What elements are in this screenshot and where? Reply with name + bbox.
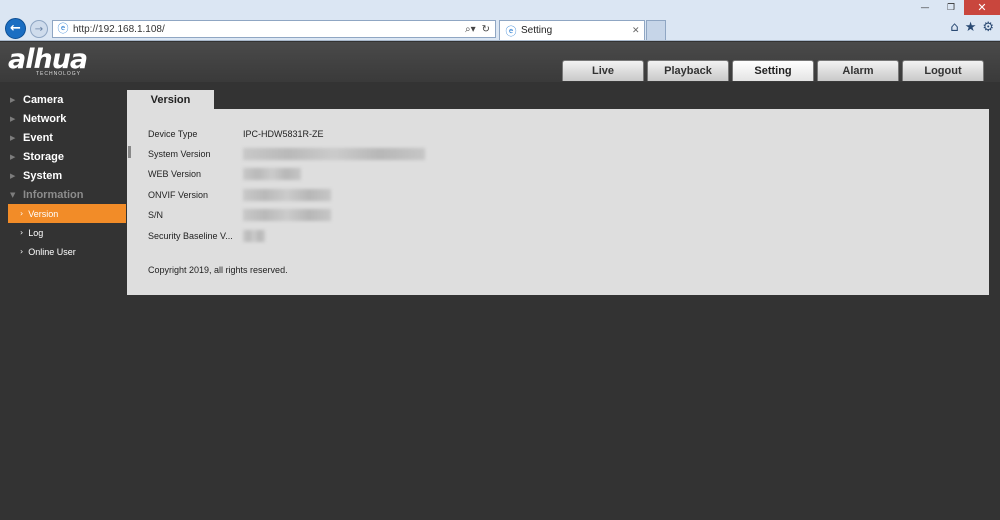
chevron-right-icon: › xyxy=(20,209,24,218)
redacted-value xyxy=(243,209,331,221)
redacted-value xyxy=(243,230,265,242)
triangle-right-icon: ▶ xyxy=(10,152,16,161)
sidebar-item-label: System xyxy=(23,169,63,182)
sidebar-item-information[interactable]: ▼ Information xyxy=(0,185,126,204)
home-icon[interactable]: ⌂ xyxy=(950,20,958,35)
tab-close-icon[interactable]: ✕ xyxy=(632,26,644,36)
copyright-text: Copyright 2019, all rights reserved. xyxy=(148,265,288,275)
browser-chrome: — ❐ ✕ ← → ⓔ http://192.168.1.108/ ⌕▾ ↻ ⓔ… xyxy=(0,0,1000,41)
panel-resize-handle[interactable] xyxy=(128,146,131,158)
sidebar-item-system[interactable]: ▶ System xyxy=(0,166,126,185)
sidebar-item-storage[interactable]: ▶ Storage xyxy=(0,147,126,166)
info-row-system-version: System Version xyxy=(148,147,425,161)
browser-tab[interactable]: ⓔ Setting ✕ xyxy=(499,20,645,40)
forward-arrow-icon[interactable]: → xyxy=(30,20,48,38)
sidebar-item-label: Network xyxy=(23,112,67,125)
info-row-security-baseline: Security Baseline V... xyxy=(148,229,265,243)
triangle-right-icon: ▶ xyxy=(10,95,16,104)
info-label: WEB Version xyxy=(148,169,202,179)
sidebar-subitem-label: Log xyxy=(28,227,44,238)
back-arrow-icon[interactable]: ← xyxy=(5,18,26,39)
nav-tab-logout[interactable]: Logout xyxy=(902,60,984,81)
chevron-right-icon: › xyxy=(20,247,24,256)
app-header: alhua TECHNOLOGY Live Playback Setting A… xyxy=(0,42,1000,82)
info-label: S/N xyxy=(148,210,164,220)
sidebar-item-network[interactable]: ▶ Network xyxy=(0,109,126,128)
sidebar-item-event[interactable]: ▶ Event xyxy=(0,128,126,147)
tab-title: Setting xyxy=(521,25,553,36)
info-row-onvif-version: ONVIF Version xyxy=(148,188,331,202)
refresh-icon[interactable]: ↻ xyxy=(482,24,490,35)
sidebar-subitem-log[interactable]: › Log xyxy=(0,223,126,242)
triangle-right-icon: ▶ xyxy=(10,114,16,123)
minimize-icon[interactable]: — xyxy=(912,0,938,15)
info-value: IPC-HDW5831R-ZE xyxy=(243,129,324,139)
new-tab-button[interactable] xyxy=(646,20,666,40)
triangle-right-icon: ▶ xyxy=(10,133,16,142)
triangle-down-icon: ▼ xyxy=(10,190,16,199)
tab-version[interactable]: Version xyxy=(127,90,214,109)
nav-tab-setting[interactable]: Setting xyxy=(732,60,814,81)
sidebar-item-label: Information xyxy=(23,188,84,201)
info-row-serial-number: S/N xyxy=(148,208,331,222)
address-bar[interactable]: ⓔ http://192.168.1.108/ ⌕▾ ↻ xyxy=(52,20,496,38)
info-label: Device Type xyxy=(148,129,198,139)
main-nav: Live Playback Setting Alarm Logout xyxy=(562,60,984,81)
nav-tab-playback[interactable]: Playback xyxy=(647,60,729,81)
sidebar-item-label: Camera xyxy=(23,93,64,106)
ie-page-icon: ⓔ xyxy=(57,22,69,35)
info-label: System Version xyxy=(148,149,211,159)
browser-toolbar: ⌂ ★ ⚙ xyxy=(950,20,994,35)
sidebar-item-label: Event xyxy=(23,131,53,144)
brand-logo-subtitle: TECHNOLOGY xyxy=(36,71,82,77)
triangle-right-icon: ▶ xyxy=(10,171,16,180)
sidebar-item-label: Storage xyxy=(23,150,64,163)
nav-tab-alarm[interactable]: Alarm xyxy=(817,60,899,81)
redacted-value xyxy=(243,189,331,201)
gear-icon[interactable]: ⚙ xyxy=(982,20,994,35)
nav-tab-live[interactable]: Live xyxy=(562,60,644,81)
sidebar-subitem-label: Version xyxy=(28,208,59,219)
info-row-device-type: Device Type IPC-HDW5831R-ZE xyxy=(148,127,324,141)
restore-icon[interactable]: ❐ xyxy=(938,0,964,15)
sidebar-subitem-label: Online User xyxy=(28,246,76,257)
info-label: ONVIF Version xyxy=(148,190,209,200)
sidebar-subitem-online-user[interactable]: › Online User xyxy=(0,242,126,261)
redacted-value xyxy=(243,148,425,160)
close-icon[interactable]: ✕ xyxy=(964,0,1000,15)
search-icon[interactable]: ⌕▾ xyxy=(465,24,476,35)
version-panel: Device Type IPC-HDW5831R-ZE System Versi… xyxy=(127,109,989,295)
sidebar-item-camera[interactable]: ▶ Camera xyxy=(0,90,126,109)
sidebar: ▶ Camera ▶ Network ▶ Event ▶ Storage ▶ S… xyxy=(0,90,126,261)
ie-page-icon: ⓔ xyxy=(505,24,517,38)
info-row-web-version: WEB Version xyxy=(148,167,301,181)
window-controls: — ❐ ✕ xyxy=(912,0,1000,15)
redacted-value xyxy=(243,168,301,180)
star-icon[interactable]: ★ xyxy=(965,20,977,35)
sidebar-subitem-version[interactable]: › Version xyxy=(8,204,126,223)
chevron-right-icon: › xyxy=(20,228,24,237)
info-label: Security Baseline V... xyxy=(148,231,233,241)
url-text[interactable]: http://192.168.1.108/ xyxy=(70,24,465,35)
